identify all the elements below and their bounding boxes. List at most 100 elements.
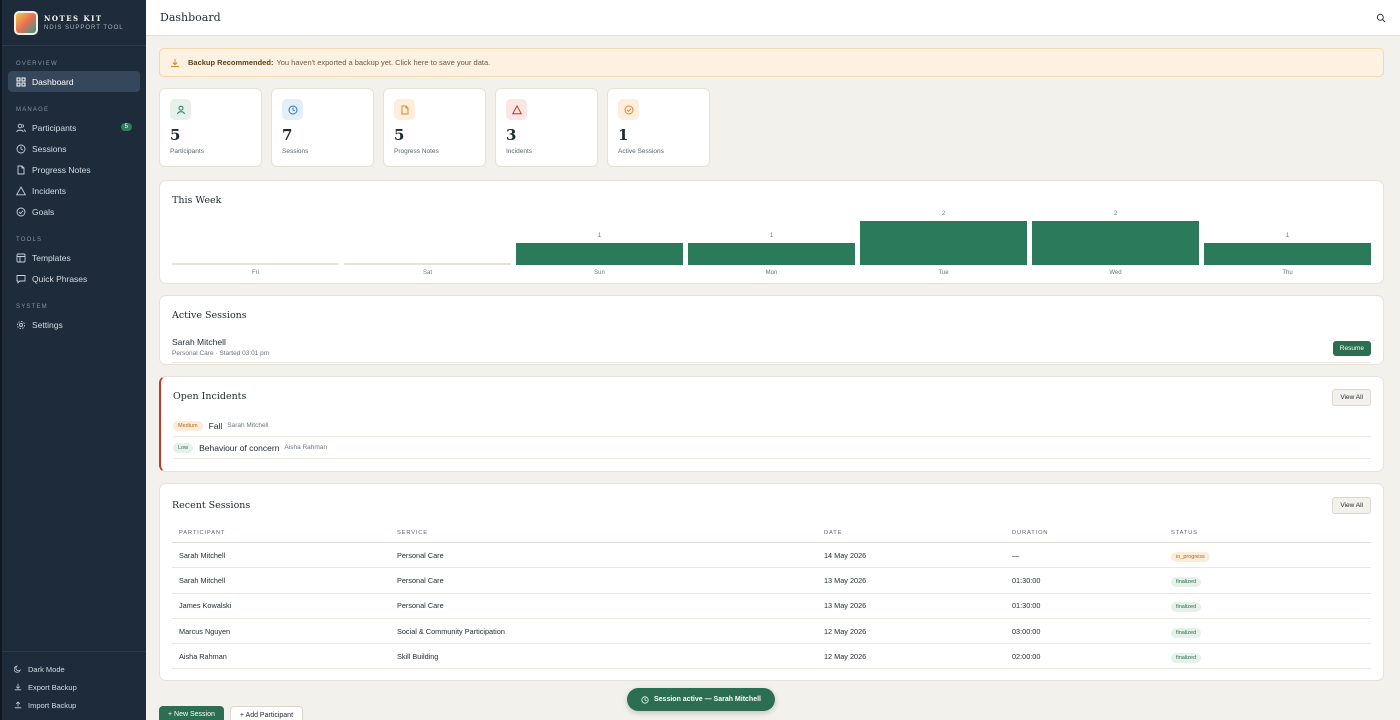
footer-actions: + New Session + Add Participant: [159, 706, 304, 720]
add-participant-button[interactable]: + Add Participant: [229, 706, 304, 720]
resume-button[interactable]: Resume: [1332, 341, 1371, 356]
table-row[interactable]: Sarah Mitchell Personal Care 14 May 2026…: [172, 543, 1371, 569]
import-backup-button[interactable]: Import Backup: [2, 696, 146, 714]
bar-thu: [1204, 243, 1371, 265]
column-header: DATE: [824, 530, 843, 536]
export-backup-button[interactable]: Export Backup: [2, 678, 146, 696]
page-title: Dashboard: [160, 11, 221, 24]
chart-title: This Week: [172, 195, 222, 206]
template-icon: [16, 253, 26, 263]
sidebar-footer: Dark Mode Export Backup Import Backup: [2, 651, 146, 720]
users-icon: [16, 123, 26, 133]
clock-icon: [16, 144, 26, 154]
table-row[interactable]: Marcus Nguyen Social & Community Partici…: [172, 619, 1371, 645]
column-header: STATUS: [1171, 530, 1198, 536]
backup-alert[interactable]: Backup Recommended: You haven't exported…: [159, 48, 1384, 77]
cell-participant: Aisha Rahman: [179, 651, 227, 661]
sidebar-item-label: Goals: [32, 206, 55, 217]
alert-message: You haven't exported a backup yet. Click…: [276, 58, 491, 67]
stat-card-progress-notes[interactable]: 5 Progress Notes: [383, 88, 486, 167]
moon-icon: [14, 665, 21, 673]
sidebar-item-goals[interactable]: Goals: [8, 201, 140, 222]
active-session-row[interactable]: Sarah Mitchell Personal Care · Started 0…: [172, 337, 1371, 363]
session-participant: Sarah Mitchell: [172, 337, 226, 347]
session-active-toast[interactable]: Session active — Sarah Mitchell: [627, 688, 775, 711]
incident-person: Sarah Mitchell: [227, 422, 269, 429]
user-icon: [170, 99, 191, 120]
cell-duration: 02:00:00: [1012, 651, 1041, 661]
check-circle-icon: [16, 207, 26, 217]
column-header: DURATION: [1012, 530, 1049, 536]
warning-icon: [506, 99, 527, 120]
bar-value-label: 2: [1114, 211, 1118, 217]
incident-row[interactable]: Low Behaviour of concern Aisha Rahman: [173, 437, 1371, 459]
participants-count-badge: 5: [120, 123, 132, 131]
stat-card-participants[interactable]: 5 Participants: [159, 88, 262, 167]
dark-mode-label: Dark Mode: [28, 664, 65, 674]
open-incidents-card: Open Incidents View All Medium Fall Sara…: [159, 376, 1384, 472]
dark-mode-toggle[interactable]: Dark Mode: [2, 660, 146, 678]
brand-tagline: NDIS SUPPORT TOOL: [44, 25, 124, 31]
recent-sessions-view-all-button[interactable]: View All: [1332, 497, 1371, 514]
brand[interactable]: NOTES KIT NDIS SUPPORT TOOL: [2, 0, 146, 46]
stat-value: 1: [618, 126, 629, 144]
x-tick-label: Tue: [938, 270, 949, 276]
table-row[interactable]: Aisha Rahman Skill Building 12 May 2026 …: [172, 644, 1371, 670]
stat-value: 5: [170, 126, 181, 144]
sidebar-item-progress-notes[interactable]: Progress Notes: [8, 159, 140, 180]
stat-label: Active Sessions: [618, 148, 664, 155]
cell-date: 13 May 2026: [824, 601, 867, 611]
recent-sessions-card: Recent Sessions View All PARTICIPANT SER…: [159, 483, 1384, 681]
table-header: PARTICIPANT SERVICE DATE DURATION STATUS: [172, 524, 1371, 543]
stat-card-sessions[interactable]: 7 Sessions: [271, 88, 374, 167]
stats-row: 5 Participants 7 Sessions 5 Progress Not…: [159, 88, 1384, 167]
stat-card-incidents[interactable]: 3 Incidents: [495, 88, 598, 167]
app-logo: [14, 10, 38, 35]
sidebar-item-sessions[interactable]: Sessions: [8, 138, 140, 159]
cell-duration: 01:30:00: [1012, 601, 1041, 611]
incidents-view-all-button[interactable]: View All: [1332, 389, 1371, 406]
sidebar-item-label: Templates: [32, 252, 71, 263]
incident-row[interactable]: Medium Fall Sarah Mitchell: [173, 415, 1371, 437]
incident-type: Fall: [208, 420, 223, 431]
sidebar-item-incidents[interactable]: Incidents: [8, 180, 140, 201]
section-label-manage: MANAGE: [16, 107, 50, 113]
stat-value: 3: [506, 126, 517, 144]
chat-icon: [16, 274, 26, 284]
bar-value-label: 1: [598, 233, 602, 239]
sidebar-item-participants[interactable]: Participants 5: [8, 117, 140, 138]
warning-icon: [16, 185, 26, 196]
column-header: PARTICIPANT: [179, 530, 226, 536]
status-badge: finalized: [1171, 602, 1202, 613]
this-week-card: This Week Fri Sat 1 Sun 1 Mon 2 Tue 2 Wed 1 Thu: [159, 180, 1384, 284]
table-row[interactable]: James Kowalski Personal Care 13 May 2026…: [172, 594, 1371, 619]
download-icon: [171, 58, 179, 67]
table-row[interactable]: Sarah Mitchell Personal Care 13 May 2026…: [172, 568, 1371, 594]
gear-icon: [16, 320, 26, 330]
status-badge: finalized: [1171, 652, 1202, 663]
x-tick-label: Mon: [766, 270, 778, 276]
sidebar-item-label: Dashboard: [32, 76, 74, 87]
cell-date: 13 May 2026: [824, 575, 867, 585]
sidebar-item-templates[interactable]: Templates: [8, 247, 140, 268]
search-icon[interactable]: [1376, 13, 1386, 23]
bar-sat: [344, 263, 511, 265]
cell-participant: Sarah Mitchell: [179, 550, 226, 560]
sidebar-item-settings[interactable]: Settings: [8, 314, 140, 335]
active-sessions-title: Active Sessions: [172, 310, 247, 321]
check-circle-icon: [618, 99, 639, 120]
bar-value-label: 2: [942, 211, 946, 217]
sidebar-item-dashboard[interactable]: Dashboard: [8, 71, 140, 92]
cell-service: Personal Care: [397, 601, 444, 611]
sidebar-item-quick-phrases[interactable]: Quick Phrases: [8, 268, 140, 289]
cell-service: Social & Community Participation: [397, 626, 505, 636]
x-tick-label: Fri: [252, 270, 259, 276]
stat-card-active-sessions[interactable]: 1 Active Sessions: [607, 88, 710, 167]
cell-participant: James Kowalski: [179, 601, 232, 611]
section-label-overview: OVERVIEW: [16, 61, 58, 67]
status-badge: finalized: [1171, 627, 1202, 638]
new-session-button[interactable]: + New Session: [159, 706, 224, 720]
bar-tue: [860, 221, 1027, 265]
x-tick-label: Thu: [1282, 270, 1292, 276]
stat-value: 5: [394, 126, 405, 144]
